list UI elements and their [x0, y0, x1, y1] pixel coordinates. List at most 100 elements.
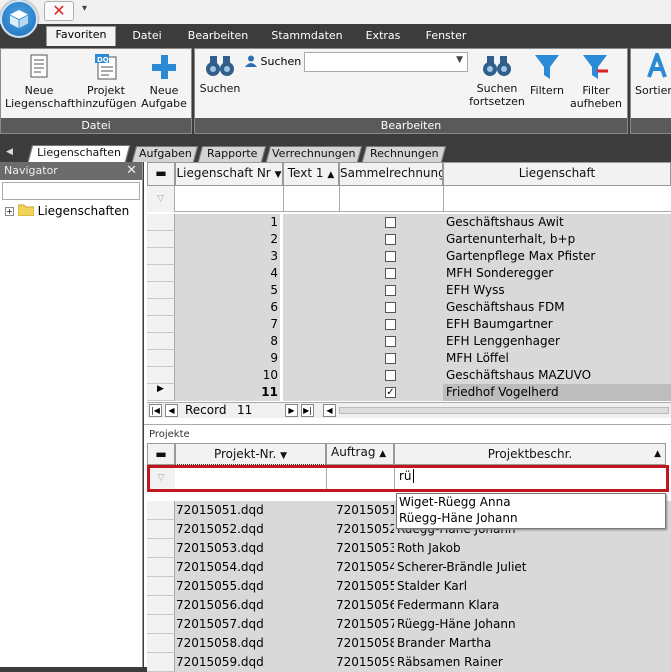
tab-stammdaten[interactable]: Stammdaten — [266, 28, 348, 46]
checkbox[interactable] — [385, 302, 396, 313]
suchen-small-button[interactable]: Suchen — [245, 55, 301, 68]
tree-expander-icon[interactable]: + — [5, 207, 14, 216]
doctab-liegenschaften[interactable]: Liegenschaften — [27, 145, 131, 162]
navigator-search-input[interactable] — [2, 182, 140, 200]
table-row[interactable]: 72015055.dqd 72015055 Stalder Karl — [144, 577, 671, 596]
search-combobox[interactable]: ▼ — [304, 52, 468, 72]
doctab-aufgaben[interactable]: Aufgaben — [131, 146, 199, 162]
row-selector[interactable] — [147, 265, 175, 282]
tab-extras[interactable]: Extras — [358, 28, 408, 46]
col-header-projekt-nr[interactable]: Projekt-Nr. ▼ — [175, 443, 326, 465]
row-selector[interactable] — [147, 333, 175, 350]
table-row[interactable]: ▶ 11 ✓ Friedhof Vogelherd — [144, 384, 671, 401]
table-row[interactable]: 72015059.dqd 72015059 Räbsamen Rainer — [144, 653, 671, 672]
row-selector[interactable] — [147, 653, 175, 672]
row-selector[interactable] — [147, 350, 175, 367]
row-selector[interactable] — [147, 634, 175, 653]
checkbox[interactable] — [385, 370, 396, 381]
row-selector[interactable] — [147, 231, 175, 248]
cell-sammelrechnung — [339, 214, 443, 231]
table-row[interactable]: 7 EFH Baumgartner — [144, 316, 671, 333]
row-selector[interactable] — [147, 615, 175, 634]
checkbox[interactable] — [385, 336, 396, 347]
navigator-close-icon[interactable]: ✕ — [126, 162, 137, 180]
close-button[interactable]: ✕ — [44, 1, 74, 21]
tab-datei[interactable]: Datei — [124, 28, 170, 46]
row-selector[interactable] — [147, 520, 175, 539]
table-row[interactable]: 9 MFH Löffel — [144, 350, 671, 367]
checkbox[interactable] — [385, 268, 396, 279]
table-row[interactable]: 10 Geschäftshaus MAZUVO — [144, 367, 671, 384]
checkbox[interactable] — [385, 285, 396, 296]
table-row[interactable]: 8 EFH Lenggenhager — [144, 333, 671, 350]
record-number[interactable]: 11 — [237, 403, 252, 418]
row-selector[interactable] — [147, 539, 175, 558]
col-header-auftrag[interactable]: Auftrag ▲ — [326, 443, 394, 465]
autocomplete-dropdown[interactable]: Wiget-Rüegg Anna Rüegg-Häne Johann — [396, 493, 666, 529]
checkbox[interactable] — [385, 319, 396, 330]
first-record-button[interactable]: |◀ — [149, 404, 162, 417]
tab-favoriten[interactable]: Favoriten — [46, 26, 116, 46]
row-selector[interactable] — [147, 367, 175, 384]
table-row[interactable]: 72015058.dqd 72015058 Brander Martha — [144, 634, 671, 653]
quick-access-dropdown[interactable]: ▾ — [82, 3, 87, 14]
col-header-liegenschaft[interactable]: Liegenschaft — [443, 162, 671, 186]
scroll-left-button[interactable]: ◀ — [323, 404, 336, 417]
projekte-grid-corner[interactable]: ▬ — [147, 443, 175, 465]
chevron-down-icon[interactable]: ▼ — [456, 55, 463, 65]
table-row[interactable]: 2 Gartenunterhalt, b+p — [144, 231, 671, 248]
row-selector[interactable] — [147, 316, 175, 333]
col-header-liegenschaft-nr[interactable]: Liegenschaft Nr ▼ — [175, 162, 283, 186]
autocomplete-item[interactable]: Rüegg-Häne Johann — [397, 510, 665, 526]
neue-liegenschaft-button[interactable]: Neue Liegenschaft — [5, 53, 75, 110]
row-selector[interactable] — [147, 214, 175, 231]
tab-scroll-left-icon[interactable]: ◀ — [6, 147, 13, 157]
table-row[interactable]: 3 Gartenpflege Max Pfister — [144, 248, 671, 265]
neue-aufgabe-button[interactable]: Neue Aufgabe — [139, 53, 189, 110]
doctab-rapporte[interactable]: Rapporte — [197, 146, 267, 162]
prev-record-button[interactable]: ◀ — [165, 404, 178, 417]
row-selector[interactable] — [147, 299, 175, 316]
app-menu-button[interactable] — [0, 0, 38, 38]
doctab-verrechnungen[interactable]: Verrechnungen — [265, 146, 363, 162]
row-selector[interactable] — [147, 501, 175, 520]
filtern-button[interactable]: Filtern — [529, 53, 565, 97]
table-row[interactable]: 6 Geschäftshaus FDM — [144, 299, 671, 316]
checkbox[interactable] — [385, 251, 396, 262]
row-selector[interactable]: ▶ — [147, 384, 175, 401]
checkbox[interactable] — [385, 353, 396, 364]
row-selector[interactable] — [147, 282, 175, 299]
cell-liegenschaft: Geschäftshaus FDM — [443, 299, 671, 316]
tab-bearbeiten[interactable]: Bearbeiten — [182, 28, 254, 46]
table-row[interactable]: 72015053.dqd 72015053 Roth Jakob — [144, 539, 671, 558]
col-header-text1[interactable]: Text 1 ▲ — [283, 162, 339, 186]
checkbox[interactable]: ✓ — [385, 387, 396, 398]
table-row[interactable]: 4 MFH Sonderegger — [144, 265, 671, 282]
table-row[interactable]: 72015054.dqd 72015054 Scherer-Brändle Juli… — [144, 558, 671, 577]
doctab-rechnungen[interactable]: Rechnungen — [361, 146, 447, 162]
horizontal-scrollbar[interactable] — [339, 407, 669, 414]
table-row[interactable]: 5 EFH Wyss — [144, 282, 671, 299]
row-selector[interactable] — [147, 248, 175, 265]
table-row[interactable]: 72015056.dqd 72015056 Federmann Klara — [144, 596, 671, 615]
projekt-hinzufuegen-button[interactable]: DQ Projekt hinzufügen — [75, 53, 137, 110]
col-header-projektbeschr[interactable]: Projektbeschr. ▲ — [394, 443, 666, 465]
autocomplete-item[interactable]: Wiget-Rüegg Anna — [397, 494, 665, 510]
checkbox[interactable] — [385, 217, 396, 228]
grid-corner[interactable]: ▬ — [147, 162, 175, 186]
table-row[interactable]: 72015057.dqd 72015057 Rüegg-Häne Johann — [144, 615, 671, 634]
sortieren-button[interactable]: Sortier — [635, 53, 671, 97]
checkbox[interactable] — [385, 234, 396, 245]
next-record-button[interactable]: ▶ — [285, 404, 298, 417]
last-record-button[interactable]: ▶| — [301, 404, 314, 417]
suchen-button[interactable]: Suchen — [199, 53, 241, 95]
row-selector[interactable] — [147, 558, 175, 577]
row-selector[interactable] — [147, 596, 175, 615]
filter-aufheben-button[interactable]: Filter aufheben — [569, 53, 623, 110]
suchen-fortsetzen-button[interactable]: Suchen fortsetzen — [469, 53, 525, 108]
tree-item-liegenschaften[interactable]: + Liegenschaften — [5, 204, 129, 218]
row-selector[interactable] — [147, 577, 175, 596]
tab-fenster[interactable]: Fenster — [418, 28, 474, 46]
col-header-sammelrechnung[interactable]: Sammelrechnung — [339, 162, 443, 186]
table-row[interactable]: 1 Geschäftshaus Awit — [144, 214, 671, 231]
